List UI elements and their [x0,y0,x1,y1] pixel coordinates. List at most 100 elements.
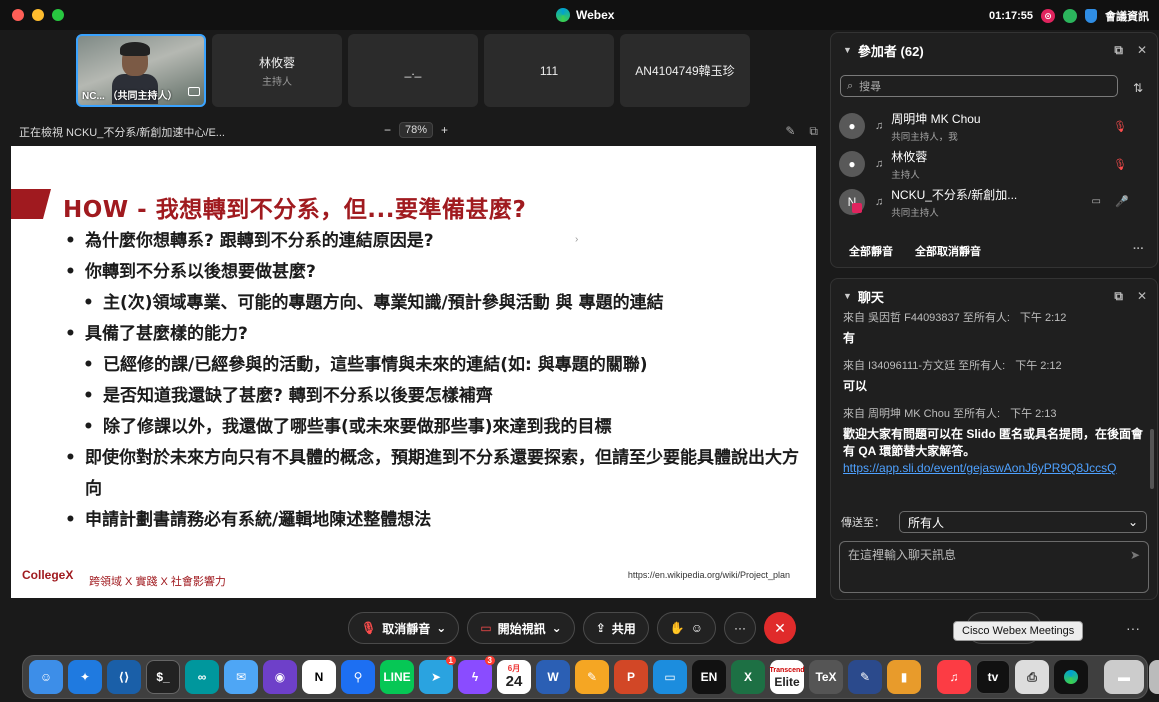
close-icon[interactable]: ✕ [1137,289,1147,304]
leave-meeting-button[interactable]: ✕ [764,612,797,644]
more-options-button[interactable]: ··· [724,612,757,644]
music-icon[interactable]: ♫ [937,660,971,694]
texmaker-icon[interactable]: TeX [809,660,843,694]
chevron-down-icon[interactable]: ▼ [843,291,852,301]
more-options-icon[interactable]: ··· [1126,620,1140,636]
unmute-all-button[interactable]: 全部取消靜音 [915,243,981,259]
send-to-select[interactable]: 所有人 ⌄ [899,511,1147,533]
video-tile[interactable]: 111 [484,34,614,107]
video-tile[interactable]: AN4104749韓玉珍 [620,34,750,107]
chat-header[interactable]: ▼ 聊天 ⧉ ✕ [831,279,1157,313]
meeting-clock: 01:17:55 [988,10,1033,22]
popout-icon[interactable]: ⧉ [809,124,818,139]
reactions-button[interactable]: ✋ ☺ [656,612,717,644]
camera-icon[interactable]: ▭ [1092,196,1101,207]
chevron-down-icon[interactable]: ▼ [843,45,852,55]
github-desktop-icon[interactable]: ◉ [263,660,297,694]
zoom-in-button[interactable]: + [441,123,448,137]
mic-on-icon[interactable]: 🎤 [1115,195,1129,208]
fullscreen-window-button[interactable] [52,9,64,21]
telegram-icon[interactable]: ➤ 1 [419,656,456,694]
calendar-icon[interactable]: 6月 24 [497,660,531,694]
appletv-icon[interactable]: tv [976,660,1010,694]
start-video-label: 開始視訊 [497,621,546,636]
annotate-icon[interactable]: ✎ [785,124,795,139]
participant-role: 共同主持人 [891,207,939,219]
pip-icon[interactable] [188,87,200,96]
keynote-icon[interactable]: ▭ [653,660,687,694]
printer-icon[interactable]: ⎙ [1015,660,1049,694]
maps-pin-icon[interactable]: ⚲ [341,660,375,694]
participant-name: 周明坤 MK Chou [891,111,981,126]
calendar-day: 24 [505,673,523,690]
chevron-down-icon[interactable]: ⌄ [552,621,562,635]
participant-search-input[interactable]: ⌕ 搜尋 [840,75,1118,97]
send-icon[interactable]: ➤ [1130,548,1140,562]
participant-row[interactable]: N ♫ NCKU_不分系/新創加... 共同主持人 ▭ 🎤 [831,183,1157,221]
close-window-button[interactable] [12,9,24,21]
telegram-badge: 1 [445,656,456,665]
avatar: ● [839,151,865,177]
slide-title: HOW - 我想轉到不分系，但...要準備甚麼? [63,197,527,223]
chat-message: 來自 吳因哲 F44093837 至所有人: 下午 2:12 有 [843,309,1145,347]
vscode-icon[interactable]: ⟨⟩ [107,660,141,694]
meeting-info-button[interactable]: 會議資訊 [1105,8,1149,24]
message-time: 下午 2:12 [1019,312,1067,324]
webex-dock-icon[interactable] [1054,660,1088,694]
title-accent [11,189,51,219]
mail-icon[interactable]: ✉ [224,660,258,694]
participants-footer: 全部靜音 全部取消靜音 ··· [849,243,1144,259]
messenger-icon[interactable]: ϟ3 [458,656,495,694]
word-icon[interactable]: W [536,660,570,694]
trash-icon[interactable]: 🗑 [1149,660,1159,694]
chevron-down-icon[interactable]: ⌄ [436,621,446,635]
network-signal-icon[interactable] [1063,9,1077,23]
share-button[interactable]: ⇪ 共用 [582,612,649,644]
terminal-icon[interactable]: $_ [146,660,180,694]
more-options-icon[interactable]: ··· [1133,243,1144,255]
zoom-out-button[interactable]: − [384,123,391,137]
minimize-window-button[interactable] [32,9,44,21]
reaction-icon: ☺ [690,621,704,635]
line-icon[interactable]: LINE [380,660,414,694]
mute-all-button[interactable]: 全部靜音 [849,243,893,259]
mic-muted-icon[interactable]: 🎙 [1113,120,1127,133]
popout-icon[interactable]: ⧉ [1114,43,1123,58]
shared-slide: HOW - 我想轉到不分系，但...要準備甚麼? › 為什麼你想轉系? 跟轉到不… [11,146,816,598]
participants-header[interactable]: ▼ 參加者 (62) ⧉ ✕ [831,33,1157,67]
recording-icon[interactable]: ⊙ [1041,9,1055,23]
message-sender: 來自 周明坤 MK Chou 至所有人: [843,408,1001,420]
zoom-control: − 78% + [384,122,448,138]
participant-list: ● ♫ 周明坤 MK Chou 共同主持人，我 🎙 ● ♫ 林攸蓉 主持人 🎙 … [831,107,1157,221]
chat-input[interactable]: 在這裡輸入聊天訊息 ➤ [839,541,1149,593]
message-link[interactable]: https://app.sli.do/event/gejaswAonJ6yPR9… [843,461,1116,475]
close-icon[interactable]: ✕ [1137,43,1147,58]
texstudio-icon[interactable]: ✎ [848,660,882,694]
video-tile[interactable]: _._ [348,34,478,107]
zoom-level[interactable]: 78% [399,122,434,138]
transcend-elite-icon[interactable]: Transcend Elite [770,660,805,694]
powerpoint-icon[interactable]: P [614,660,648,694]
unmute-button[interactable]: 🎙 取消靜音 ⌄ [348,612,460,644]
books-icon[interactable]: ▮ [887,660,921,694]
excel-icon[interactable]: X [731,660,765,694]
video-tile-self[interactable]: NC... （共同主持人） [76,34,206,107]
start-video-button[interactable]: ▭ 開始視訊 ⌄ [467,612,575,644]
finder-icon[interactable]: ☺ [29,660,63,694]
participant-row[interactable]: ● ♫ 林攸蓉 主持人 🎙 [831,145,1157,183]
bullet-item: 是否知道我還缺了甚麼? 轉到不分系以後要怎樣補齊 [81,381,803,412]
pages-icon[interactable]: ✎ [575,660,609,694]
video-tile[interactable]: 林攸蓉 主持人 [212,34,342,107]
popout-icon[interactable]: ⧉ [1114,289,1123,304]
downloads-stack-icon[interactable]: ▬ [1104,660,1144,694]
input-source-icon[interactable]: EN [692,660,726,694]
safari-icon[interactable]: ✦ [68,660,102,694]
sort-icon[interactable]: ⇅ [1133,81,1143,95]
chat-scrollbar[interactable] [1150,429,1154,489]
arduino-icon[interactable]: ∞ [185,660,219,694]
window-controls [12,9,64,21]
participant-row[interactable]: ● ♫ 周明坤 MK Chou 共同主持人，我 🎙 [831,107,1157,145]
participant-name: NCKU_不分系/新創加... [891,187,1018,202]
mic-muted-icon[interactable]: 🎙 [1113,158,1127,171]
notion-icon[interactable]: N [302,660,336,694]
